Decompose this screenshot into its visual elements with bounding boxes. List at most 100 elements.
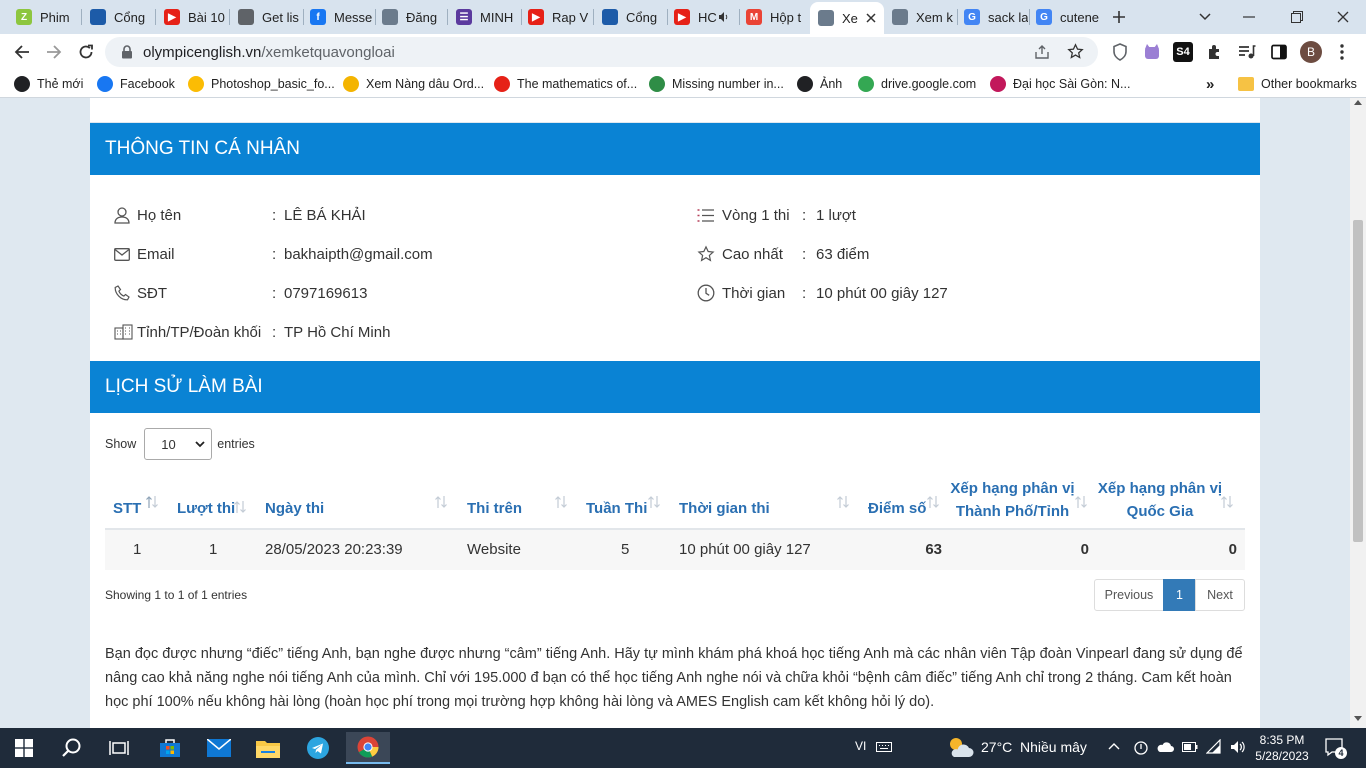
sort-arrows-icon[interactable] — [1220, 495, 1234, 509]
bookmark-item[interactable]: Thẻ mới — [14, 75, 83, 93]
browser-tab[interactable]: Xem k — [884, 4, 956, 30]
bookmark-label: Đại học Sài Gòn: N... — [1013, 77, 1131, 91]
sort-arrows-icon[interactable] — [434, 495, 448, 509]
bookmark-item[interactable]: Photoshop_basic_fo... — [188, 75, 335, 93]
meet-now-icon[interactable] — [1133, 740, 1149, 756]
bookmark-item[interactable]: The mathematics of... — [494, 75, 637, 93]
scroll-up-arrow-icon[interactable] — [1354, 100, 1362, 105]
browser-tab[interactable]: Get lis — [230, 4, 302, 30]
clock[interactable]: 8:35 PM 5/28/2023 — [1252, 732, 1312, 764]
bookmark-item[interactable]: drive.google.com — [858, 75, 976, 93]
shield-extension-icon[interactable] — [1110, 42, 1130, 62]
share-icon[interactable] — [1034, 44, 1050, 60]
store-icon[interactable] — [150, 732, 190, 764]
history-title: LỊCH SỬ LÀM BÀI — [105, 376, 263, 397]
scroll-thumb[interactable] — [1353, 220, 1363, 542]
browser-tab[interactable]: Cổng — [82, 4, 154, 30]
reload-button[interactable] — [74, 40, 98, 64]
keyboard-icon[interactable] — [876, 740, 892, 752]
sort-arrows-icon[interactable] — [554, 495, 568, 509]
col-rank-national[interactable]: Xếp hạng phân vị Quốc Gia — [1090, 477, 1230, 523]
media-control-icon[interactable] — [1237, 42, 1257, 62]
tab-audio-icon[interactable] — [718, 11, 730, 23]
s4-extension-icon[interactable]: S4 — [1173, 42, 1193, 62]
browser-tab[interactable]: ☰ MINH — [448, 4, 520, 30]
page-scrollbar[interactable] — [1350, 98, 1366, 728]
telegram-icon[interactable] — [298, 732, 338, 764]
side-panel-icon[interactable] — [1269, 42, 1289, 62]
chrome-taskbar-button[interactable] — [346, 732, 390, 764]
clock-time: 8:35 PM — [1259, 733, 1305, 747]
sort-arrows-icon[interactable] — [1074, 495, 1088, 509]
restore-button[interactable] — [1286, 6, 1308, 28]
browser-tab[interactable]: Cổng — [594, 4, 666, 30]
bookmark-item[interactable]: Missing number in... — [649, 75, 784, 93]
mail-icon[interactable] — [199, 732, 239, 764]
volume-icon[interactable] — [1230, 739, 1246, 755]
close-tab-icon[interactable] — [866, 13, 876, 23]
minimize-button[interactable] — [1238, 6, 1260, 28]
bookmark-item[interactable]: Đại học Sài Gòn: N... — [990, 75, 1130, 93]
wifi-icon[interactable] — [1206, 739, 1222, 755]
previous-page-button[interactable]: Previous — [1094, 579, 1164, 611]
browser-tab[interactable]: M Hộp t — [738, 4, 810, 30]
sort-arrows-icon[interactable] — [647, 495, 661, 509]
address-bar[interactable]: olympicenglish.vn/xemketquavongloai — [105, 37, 1098, 67]
language-indicator[interactable]: VI — [855, 739, 866, 753]
battery-icon[interactable] — [1182, 742, 1198, 752]
notification-center-icon[interactable]: 4 — [1325, 738, 1347, 759]
browser-tab[interactable]: Gsack la — [956, 4, 1028, 30]
forward-button[interactable] — [42, 40, 66, 64]
tab-search-chevron-icon[interactable] — [1194, 6, 1216, 28]
col-rank-city[interactable]: Xếp hạng phân vị Thành Phố/Tỉnh — [940, 477, 1085, 523]
sort-arrows-icon[interactable] — [145, 495, 159, 509]
close-window-button[interactable] — [1332, 6, 1354, 28]
bookmark-item[interactable]: Facebook — [97, 75, 175, 93]
next-page-button[interactable]: Next — [1195, 579, 1245, 611]
bookmark-star-icon[interactable] — [1067, 43, 1084, 60]
task-view-icon[interactable] — [99, 732, 139, 764]
browser-tab[interactable]: f Messe — [302, 4, 374, 30]
browser-tab[interactable]: Gcutene — [1028, 4, 1100, 30]
browser-tab[interactable]: Xe — [810, 2, 884, 34]
browser-tab[interactable]: Đăng — [374, 4, 446, 30]
weather-temp[interactable]: 27°C — [981, 739, 1012, 755]
sort-arrows-icon[interactable] — [233, 500, 247, 514]
bookmark-item[interactable]: Ảnh — [797, 75, 842, 93]
col-diem-so[interactable]: Điểm số — [868, 500, 926, 517]
weather-cloud-icon[interactable] — [946, 735, 974, 759]
bookmark-item[interactable]: Xem Nàng dâu Ord... — [343, 75, 484, 93]
onedrive-icon[interactable] — [1156, 741, 1174, 753]
search-icon[interactable] — [52, 732, 92, 764]
sort-arrows-icon[interactable] — [926, 495, 940, 509]
browser-tab[interactable]: ▶ HC — [666, 4, 738, 30]
sort-arrows-icon[interactable] — [836, 495, 850, 509]
weather-desc[interactable]: Nhiều mây — [1020, 739, 1087, 755]
profile-avatar[interactable]: B — [1300, 41, 1322, 63]
history-header: LỊCH SỬ LÀM BÀI — [90, 361, 1260, 413]
new-tab-button[interactable] — [1108, 6, 1130, 28]
browser-tab[interactable]: ▶ Rap V — [520, 4, 592, 30]
browser-tab[interactable]: ▶ Bài 10 — [156, 4, 228, 30]
bookmark-favicon-icon — [14, 76, 30, 92]
browser-tab[interactable]: Z Phim — [8, 4, 80, 30]
page-length-select[interactable]: 10 — [144, 428, 213, 460]
more-bookmarks-chevron-icon[interactable]: » — [1206, 75, 1214, 93]
scroll-down-arrow-icon[interactable] — [1354, 716, 1362, 721]
col-ngay-thi[interactable]: Ngày thi — [265, 500, 324, 517]
page-1-button[interactable]: 1 — [1163, 579, 1196, 611]
col-thi-tren[interactable]: Thi trên — [467, 500, 522, 517]
menu-kebab-icon[interactable] — [1332, 42, 1352, 62]
puzzle-extensions-icon[interactable] — [1205, 42, 1225, 62]
start-button[interactable] — [4, 732, 44, 764]
col-tuan-thi[interactable]: Tuần Thi — [586, 500, 647, 517]
col-luot-thi[interactable]: Lượt thi — [177, 500, 235, 517]
tab-title: Messe — [334, 9, 373, 25]
file-explorer-icon[interactable] — [248, 732, 288, 764]
back-button[interactable] — [10, 40, 34, 64]
col-stt[interactable]: STT — [113, 500, 141, 517]
col-thoi-gian-thi[interactable]: Thời gian thi — [679, 500, 770, 517]
cat-extension-icon[interactable] — [1142, 42, 1162, 62]
other-bookmarks[interactable]: Other bookmarks — [1238, 75, 1357, 93]
tray-chevron-up-icon[interactable] — [1108, 742, 1120, 750]
